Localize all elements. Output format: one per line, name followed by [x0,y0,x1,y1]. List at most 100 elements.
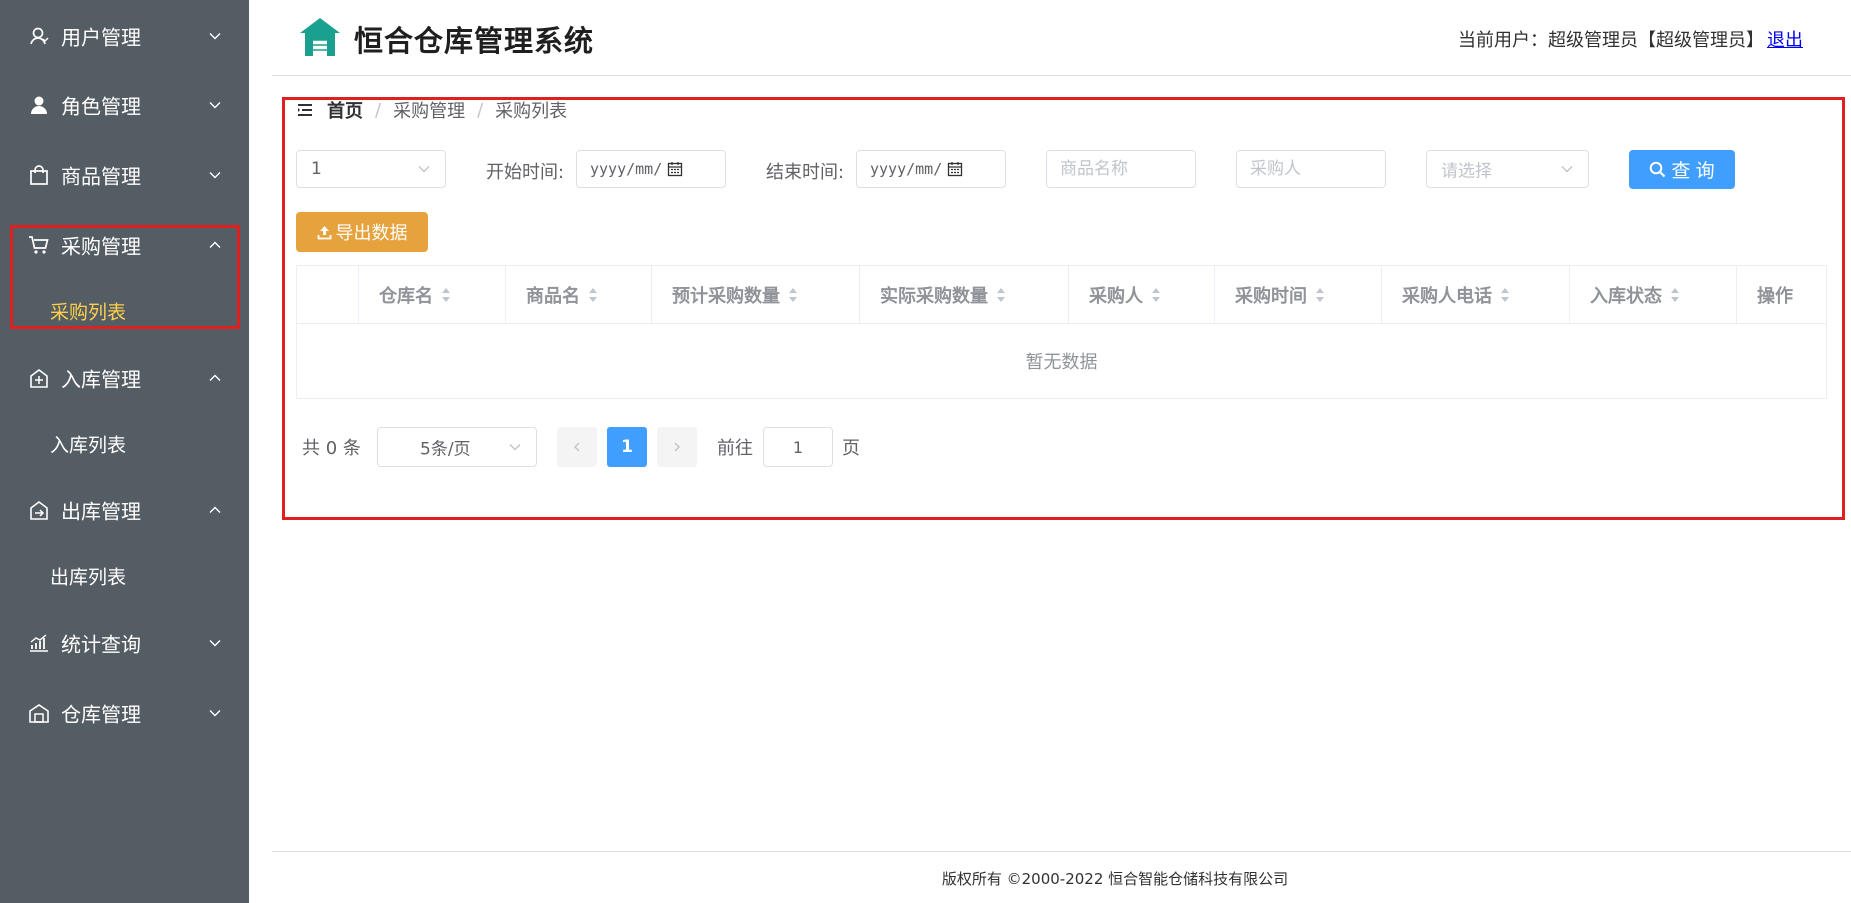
breadcrumb-separator: / [375,99,382,121]
chevron-down-icon [417,162,431,176]
submenu-label: 出库列表 [50,566,127,589]
chevron-up-icon [208,371,222,385]
sort-icon[interactable] [996,287,1006,303]
table-header-label: 采购人 [1089,285,1143,307]
chevron-up-icon [208,503,222,517]
sort-icon[interactable] [588,287,598,303]
inbound-icon [28,367,50,389]
warehouse-select[interactable]: 1 [296,150,446,188]
logout-link[interactable]: 退出 [1767,26,1803,52]
menu-role-management[interactable]: 角色管理 [0,76,249,134]
chevron-right-icon [674,442,680,452]
table-header[interactable]: 入库状态 [1570,266,1737,323]
buyer-input[interactable] [1236,150,1386,188]
chevron-down-icon [1560,162,1574,176]
menu-purchase-management[interactable]: 采购管理 [0,216,249,274]
menu-label: 出库管理 [61,499,141,524]
warehouse-select-value: 1 [311,159,322,179]
table-header: 操作 [1737,266,1826,323]
start-date-input[interactable]: yyyy/mm/ [576,150,726,188]
chevron-down-icon [208,98,222,112]
menu-product-management[interactable]: 商品管理 [0,146,249,204]
prev-page-button[interactable] [557,427,597,467]
menu-label: 用户管理 [61,25,141,50]
table-header[interactable]: 采购时间 [1215,266,1382,323]
sort-icon[interactable] [1500,287,1510,303]
table-header[interactable]: 仓库名 [359,266,506,323]
chevron-left-icon [574,442,580,452]
breadcrumb-purchase-management: 采购管理 [393,101,466,122]
page-number-current[interactable]: 1 [607,427,647,467]
chevron-down-icon [508,440,522,454]
product-name-input[interactable] [1046,150,1196,188]
current-user: 当前用户：超级管理员【超级管理员】 [1458,30,1764,51]
table-header[interactable]: 采购人电话 [1382,266,1570,323]
menu-inbound-management[interactable]: 入库管理 [0,349,249,407]
breadcrumb: 首页 / 采购管理 / 采购列表 [297,98,567,122]
table-header-label: 入库状态 [1590,285,1662,307]
sort-icon[interactable] [1151,287,1161,303]
page-size-value: 5条/页 [420,439,471,460]
table-header[interactable]: 采购人 [1069,266,1215,323]
date-placeholder: yyyy/mm/ [870,160,943,178]
chevron-up-icon [208,238,222,252]
query-button-label: 查 询 [1671,161,1715,182]
menu-label: 角色管理 [61,94,141,119]
query-button[interactable]: 查 询 [1629,150,1735,189]
menu-label: 统计查询 [61,632,141,657]
search-icon [1649,161,1666,178]
submenu-inbound-list[interactable]: 入库列表 [0,418,249,470]
menu-fold-icon[interactable] [297,103,313,117]
table-header[interactable]: 实际采购数量 [860,266,1069,323]
date-placeholder: yyyy/mm/ [590,160,663,178]
table-header-label: 仓库名 [379,285,433,307]
menu-statistics[interactable]: 统计查询 [0,614,249,672]
submenu-purchase-list[interactable]: 采购列表 [0,285,249,337]
breadcrumb-purchase-list: 采购列表 [495,101,568,122]
start-time-label: 开始时间: [486,162,565,183]
status-select-placeholder: 请选择 [1441,161,1492,182]
role-icon [28,94,50,116]
submenu-label: 采购列表 [50,301,127,324]
goto-label: 前往 [717,438,753,459]
export-button[interactable]: 导出数据 [296,212,428,252]
footer-divider [272,851,1851,852]
warehouse-icon [298,16,342,58]
table-header[interactable]: 商品名 [506,266,652,323]
calendar-icon[interactable] [947,161,963,177]
goto-page-input[interactable] [763,427,833,467]
chart-icon [28,632,50,654]
menu-warehouse-management[interactable]: 仓库管理 [0,684,249,742]
chevron-down-icon [208,29,222,43]
user-icon [28,25,50,47]
menu-label: 采购管理 [61,234,141,259]
calendar-icon[interactable] [667,161,683,177]
upload-icon [317,225,332,240]
status-select[interactable]: 请选择 [1426,150,1589,188]
end-date-input[interactable]: yyyy/mm/ [856,150,1006,188]
table-header-checkbox-column [297,266,359,323]
table-header-label: 采购时间 [1235,285,1307,307]
table-header[interactable]: 预计采购数量 [652,266,860,323]
shopping-bag-icon [28,164,50,186]
warehouse-building-icon [28,702,50,724]
footer-copyright: 版权所有 ©2000-2022 恒合智能仓储科技有限公司 [941,870,1289,888]
outbound-icon [28,499,50,521]
sort-icon[interactable] [441,287,451,303]
app-title: 恒合仓库管理系统 [354,24,595,58]
menu-label: 仓库管理 [61,702,141,727]
sort-icon[interactable] [1670,287,1680,303]
menu-user-management[interactable]: 用户管理 [0,7,249,65]
sort-icon[interactable] [1315,287,1325,303]
cart-icon [28,234,50,256]
chevron-down-icon [208,168,222,182]
breadcrumb-home[interactable]: 首页 [327,97,363,123]
next-page-button[interactable] [657,427,697,467]
page-unit-label: 页 [842,438,860,459]
header: 恒合仓库管理系统 当前用户：超级管理员【超级管理员】 退出 [272,0,1851,76]
chevron-down-icon [208,636,222,650]
menu-outbound-management[interactable]: 出库管理 [0,481,249,539]
sort-icon[interactable] [788,287,798,303]
submenu-outbound-list[interactable]: 出库列表 [0,550,249,602]
page-size-select[interactable]: 5条/页 [377,427,537,467]
